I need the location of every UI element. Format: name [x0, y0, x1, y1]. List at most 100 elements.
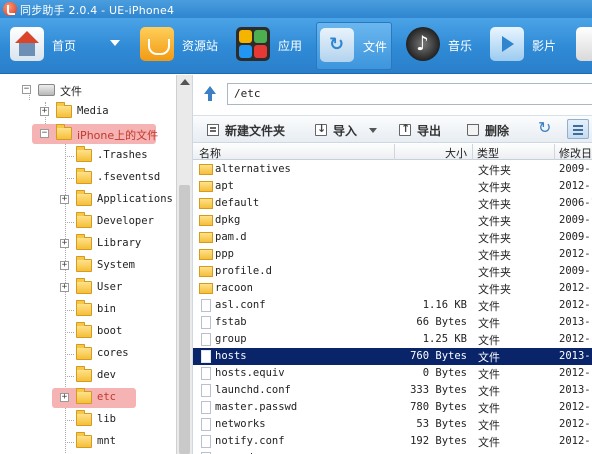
expand-toggle-icon[interactable]: +	[60, 393, 69, 402]
tree-node[interactable]: cores	[0, 344, 175, 363]
file-name-cell: launchd.conf	[215, 384, 291, 396]
table-row[interactable]: hosts 760 Bytes 文件 2013-(	[193, 348, 592, 365]
table-row[interactable]: pam.d 文件夹 2009-(	[193, 229, 592, 246]
column-type-header[interactable]: 类型	[477, 145, 499, 161]
refresh-icon[interactable]: ↻	[538, 120, 554, 136]
folder-icon	[76, 146, 92, 162]
tree-node-label: Media	[77, 105, 109, 117]
import-icon	[315, 122, 327, 136]
tree-scrollbar[interactable]	[176, 75, 192, 454]
expand-toggle-icon[interactable]: +	[60, 239, 69, 248]
table-row[interactable]: asl.conf 1.16 KB 文件 2012-(	[193, 297, 592, 314]
toolbar-more-button[interactable]	[576, 22, 592, 70]
tree-node[interactable]: + Applications	[0, 190, 175, 209]
table-row[interactable]: default 文件夹 2006-1	[193, 195, 592, 212]
file-name-cell: master.passwd	[215, 401, 298, 413]
tree-node[interactable]: .Trashes	[0, 146, 175, 165]
tree-node[interactable]: + Library	[0, 234, 175, 253]
collapse-toggle-icon[interactable]: −	[40, 129, 49, 138]
folder-icon	[199, 283, 213, 294]
toolbar-store-button[interactable]: 资源站	[140, 22, 226, 70]
table-row[interactable]: master.passwd 780 Bytes 文件 2012-(	[193, 399, 592, 416]
folder-icon	[76, 322, 92, 338]
folder-icon	[76, 300, 92, 316]
tree-node[interactable]: mnt	[0, 432, 175, 451]
column-divider[interactable]	[554, 144, 555, 160]
table-row[interactable]: networks 53 Bytes 文件 2012-(	[193, 416, 592, 433]
up-arrow-icon[interactable]	[201, 85, 219, 103]
table-row[interactable]: profile.d 文件夹 2009-(	[193, 263, 592, 280]
file-modified-cell: 2009-(	[559, 163, 592, 175]
column-divider[interactable]	[394, 144, 395, 160]
column-name-header[interactable]: 名称	[199, 145, 221, 161]
file-modified-cell: 2012-(	[559, 282, 592, 294]
toolbar-home-button[interactable]: 首页	[10, 22, 120, 70]
import-dropdown-arrow-icon[interactable]	[369, 128, 377, 133]
table-row[interactable]: group 1.25 KB 文件 2012-(	[193, 331, 592, 348]
path-input[interactable]: /etc	[227, 83, 592, 105]
toolbar-music-button[interactable]: 音乐	[406, 22, 486, 70]
tree-node[interactable]: + etc	[0, 388, 175, 408]
table-row[interactable]: dpkg 文件夹 2009-(	[193, 212, 592, 229]
file-size-cell: 760 Bytes	[410, 350, 467, 362]
file-size-cell: 66 Bytes	[416, 316, 467, 328]
table-row[interactable]: fstab 66 Bytes 文件 2013-(	[193, 314, 592, 331]
tree-node-label: 文件	[60, 85, 82, 98]
table-row[interactable]: apt 文件夹 2012-(	[193, 178, 592, 195]
folder-icon	[76, 234, 92, 250]
tree-node[interactable]: Developer	[0, 212, 175, 231]
collapse-toggle-icon[interactable]: −	[22, 85, 31, 94]
column-divider[interactable]	[472, 144, 473, 160]
more-tool-icon	[576, 27, 592, 61]
column-size-header[interactable]: 大小	[445, 145, 467, 161]
toolbar-files-button[interactable]: 文件	[316, 22, 392, 70]
file-icon	[201, 350, 211, 363]
toolbar-video-button[interactable]: 影片	[490, 22, 570, 70]
tree-node[interactable]: dev	[0, 366, 175, 385]
tree-node[interactable]: − iPhone上的文件	[0, 124, 175, 144]
tree-node[interactable]: bin	[0, 300, 175, 319]
scroll-up-arrow-icon[interactable]	[180, 79, 190, 85]
expand-toggle-icon[interactable]: +	[60, 261, 69, 270]
tree-node[interactable]: lib	[0, 410, 175, 429]
tree-node[interactable]: + System	[0, 256, 175, 275]
file-type-cell: 文件	[478, 385, 500, 398]
tree-node[interactable]: .fseventsd	[0, 168, 175, 187]
expand-toggle-icon[interactable]: +	[40, 107, 49, 116]
tree-node-label: cores	[97, 347, 129, 359]
device-drive-icon	[38, 84, 55, 96]
toolbar-video-label: 影片	[532, 39, 557, 53]
file-icon	[201, 435, 211, 448]
table-row[interactable]: ppp 文件夹 2012-(	[193, 246, 592, 263]
table-row[interactable]: racoon 文件夹 2012-(	[193, 280, 592, 297]
toolbar-apps-button[interactable]: 应用	[236, 22, 310, 70]
apps-grid-icon	[236, 27, 270, 61]
toolbar-apps-label: 应用	[278, 39, 303, 53]
table-row[interactable]: notify.conf 192 Bytes 文件 2012-(	[193, 433, 592, 450]
file-type-cell: 文件	[478, 419, 500, 432]
tree-node[interactable]: + Media	[0, 102, 175, 121]
table-row[interactable]: hosts.equiv 0 Bytes 文件 2012-(	[193, 365, 592, 382]
table-row[interactable]: alternatives 文件夹 2009-(	[193, 161, 592, 178]
folder-icon	[199, 232, 213, 243]
scroll-thumb[interactable]	[179, 185, 190, 454]
column-modified-header[interactable]: 修改日	[559, 145, 592, 161]
table-row[interactable]: launchd.conf 333 Bytes 文件 2013-(	[193, 382, 592, 399]
tree-node-label: etc	[97, 391, 116, 403]
tree-node-root[interactable]: − 文件	[22, 81, 172, 99]
folder-icon	[76, 278, 92, 294]
tree-node[interactable]: + User	[0, 278, 175, 297]
folder-icon	[199, 215, 213, 226]
folder-icon	[76, 256, 92, 272]
expand-toggle-icon[interactable]: +	[60, 283, 69, 292]
file-icon	[201, 333, 211, 346]
tree-connector	[65, 354, 74, 355]
tree-node-label: mnt	[97, 435, 116, 447]
expand-toggle-icon[interactable]: +	[60, 195, 69, 204]
table-row[interactable]: passwd	[193, 450, 592, 454]
tree-node-label: boot	[97, 325, 123, 337]
home-dropdown-arrow-icon[interactable]	[110, 40, 120, 46]
list-view-icon[interactable]	[567, 119, 589, 139]
tree-node[interactable]: boot	[0, 322, 175, 341]
file-size-cell: 780 Bytes	[410, 401, 467, 413]
